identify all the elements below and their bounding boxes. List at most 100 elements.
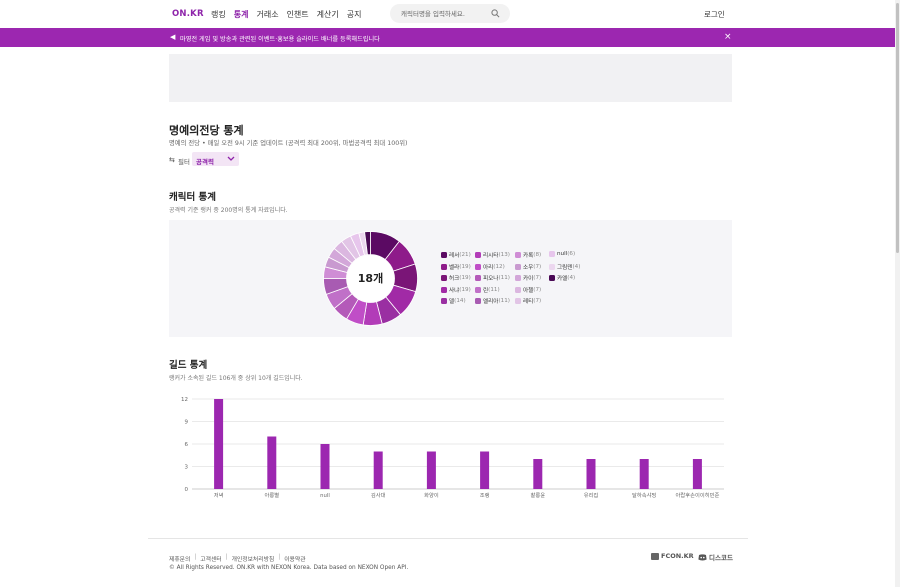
discord-icon — [698, 553, 707, 560]
filter-icon: ⇆ — [169, 156, 175, 164]
y-tick-label: 0 — [185, 487, 189, 493]
legend-item[interactable]: 사냐 (19) — [441, 286, 471, 294]
legend-item[interactable]: 델 (14) — [441, 297, 466, 305]
nav-item-calculator[interactable]: 계산기 — [317, 9, 339, 20]
nav-item-notice[interactable]: 공지 — [347, 9, 362, 20]
bar[interactable] — [586, 459, 596, 489]
x-tick-label: 김사대 — [371, 491, 386, 499]
filter-select[interactable]: 공격력 — [192, 152, 239, 166]
footer-link-partnership[interactable]: 제휴문의 — [169, 554, 190, 563]
bar[interactable] — [480, 451, 490, 490]
legend-item[interactable]: 리시타 (13) — [475, 251, 510, 259]
bar[interactable] — [426, 451, 436, 490]
discord-link[interactable]: 디스코드 — [698, 552, 733, 562]
page-subtitle: 명예의 전당 • 매일 오전 9시 기준 업데이트 (공격력 최대 200위, … — [169, 140, 408, 147]
bar[interactable] — [692, 459, 702, 489]
nav-item-exchange[interactable]: 거래소 — [256, 9, 278, 20]
legend-label: 소우 — [523, 264, 534, 271]
legend-item[interactable]: 카이 (7) — [515, 274, 541, 282]
bar[interactable] — [214, 399, 224, 489]
legend-swatch — [441, 252, 447, 258]
legend-count: (14) — [454, 298, 466, 304]
search-input[interactable] — [401, 8, 491, 19]
footer-link-privacy[interactable]: 개인정보처리방침 — [232, 554, 275, 563]
legend-swatch — [441, 286, 447, 293]
chevron-down-icon — [227, 156, 235, 161]
nav-item-ranking[interactable]: 랭킹 — [211, 9, 226, 20]
legend-count: (12) — [493, 263, 505, 270]
legend-count: (4) — [567, 275, 576, 281]
nav-item-enchant[interactable]: 인챈트 — [287, 9, 309, 20]
banner-text[interactable]: 마영전 게임 및 방송과 관련된 이벤트·홍보용 슬라이드 배너를 등록해드립니… — [180, 34, 380, 43]
bar[interactable] — [373, 451, 383, 490]
x-tick-label: 아랍후손이이히민준 — [675, 491, 719, 499]
nav-item-stats[interactable]: 통계 — [234, 9, 249, 20]
legend-swatch — [441, 298, 447, 304]
character-stats-subtitle: 공격력 기준 랭커 중 200명의 통계 자료입니다. — [169, 207, 288, 214]
guild-bar-chart: 0 3 6 9 12 저녁 아롱별 null 김사대 화양이 조랭 찰롱윤 유리집 달하속샤밍 아랍후손이이… — [181, 397, 724, 499]
legend-item[interactable]: null (6) — [549, 251, 575, 257]
y-tick-label: 6 — [185, 442, 189, 448]
legend-item[interactable]: 벨라 (19) — [441, 263, 471, 271]
legend-label: 카록 — [523, 253, 534, 259]
legend-swatch — [515, 298, 521, 304]
legend-label: 허크 — [449, 276, 460, 282]
x-tick-label: 아롱별 — [264, 491, 279, 499]
legend-count: (11) — [488, 286, 500, 293]
site-logo[interactable]: ON.KR — [172, 9, 204, 19]
scrollbar-thumb[interactable] — [896, 3, 899, 253]
legend-item[interactable]: 피오나 (11) — [475, 274, 510, 282]
legend-item[interactable]: 아리 (12) — [475, 263, 505, 271]
legend-swatch — [475, 275, 481, 281]
legend-swatch — [515, 252, 521, 258]
legend-item[interactable]: 레티 (7) — [515, 297, 541, 305]
donut-center-label: 18개 — [357, 272, 384, 285]
x-tick-label: 화양이 — [424, 491, 439, 499]
legend-item[interactable]: 소우 (7) — [515, 263, 541, 271]
legend-count: (19) — [459, 286, 471, 293]
legend-swatch — [515, 275, 521, 281]
legend-item[interactable]: 카엘 (4) — [549, 274, 575, 282]
footer-links: 제휴문의 | 고객센터 | 개인정보처리방침 | 이용약관 — [169, 554, 306, 563]
legend-item[interactable]: 레서 (21) — [441, 251, 471, 259]
promo-banner[interactable]: ◀ 마영전 게임 및 방송과 관련된 이벤트·홍보용 슬라이드 배너를 등록해드… — [0, 28, 895, 47]
footer-copyright: © All Rights Reserved. ON.KR with NEXON … — [169, 565, 409, 571]
legend-item[interactable]: 린 (11) — [475, 286, 500, 294]
fcon-link[interactable]: FCON.KR — [651, 552, 694, 560]
legend-item[interactable]: 허크 (19) — [441, 274, 471, 282]
ad-placeholder — [169, 54, 732, 102]
legend-item[interactable]: 아첼 (7) — [515, 286, 541, 294]
footer-link-terms[interactable]: 이용약관 — [284, 554, 305, 563]
legend-count: (11) — [498, 298, 510, 304]
legend-count: (8) — [533, 252, 542, 258]
search-icon[interactable] — [491, 9, 500, 18]
scrollbar[interactable] — [895, 0, 900, 587]
bar[interactable] — [639, 459, 649, 489]
bar[interactable] — [533, 459, 543, 489]
legend-item[interactable]: 그림덴 (4) — [549, 263, 580, 271]
legend-swatch — [515, 263, 521, 270]
legend-swatch — [475, 252, 481, 258]
legend-count: (6) — [567, 251, 576, 257]
login-button[interactable]: 로그인 — [704, 9, 725, 20]
legend-item[interactable]: 카록 (8) — [515, 251, 541, 259]
legend-label: 엘리아 — [483, 299, 499, 305]
legend-count: (19) — [459, 275, 471, 281]
bar[interactable] — [267, 436, 277, 490]
bar[interactable] — [320, 444, 330, 489]
legend-label: 그림덴 — [557, 264, 573, 271]
close-icon[interactable]: × — [724, 32, 732, 42]
legend-swatch — [441, 275, 447, 281]
footer-link-support[interactable]: 고객센터 — [200, 554, 221, 563]
x-tick-label: 저녁 — [214, 491, 224, 499]
x-tick-label: 달하속샤밍 — [632, 491, 656, 499]
legend-label: 카이 — [523, 276, 534, 282]
legend-item[interactable]: 엘리아 (11) — [475, 297, 510, 305]
x-tick-label: null — [320, 493, 330, 499]
filter-label: 필터 — [178, 158, 190, 166]
legend-label: 리시타 — [483, 253, 499, 259]
fcon-label: FCON.KR — [661, 552, 694, 560]
legend-swatch — [475, 298, 481, 304]
legend-count: (19) — [459, 263, 471, 270]
main-nav: 랭킹 통계 거래소 인챈트 계산기 공지 — [211, 9, 361, 20]
